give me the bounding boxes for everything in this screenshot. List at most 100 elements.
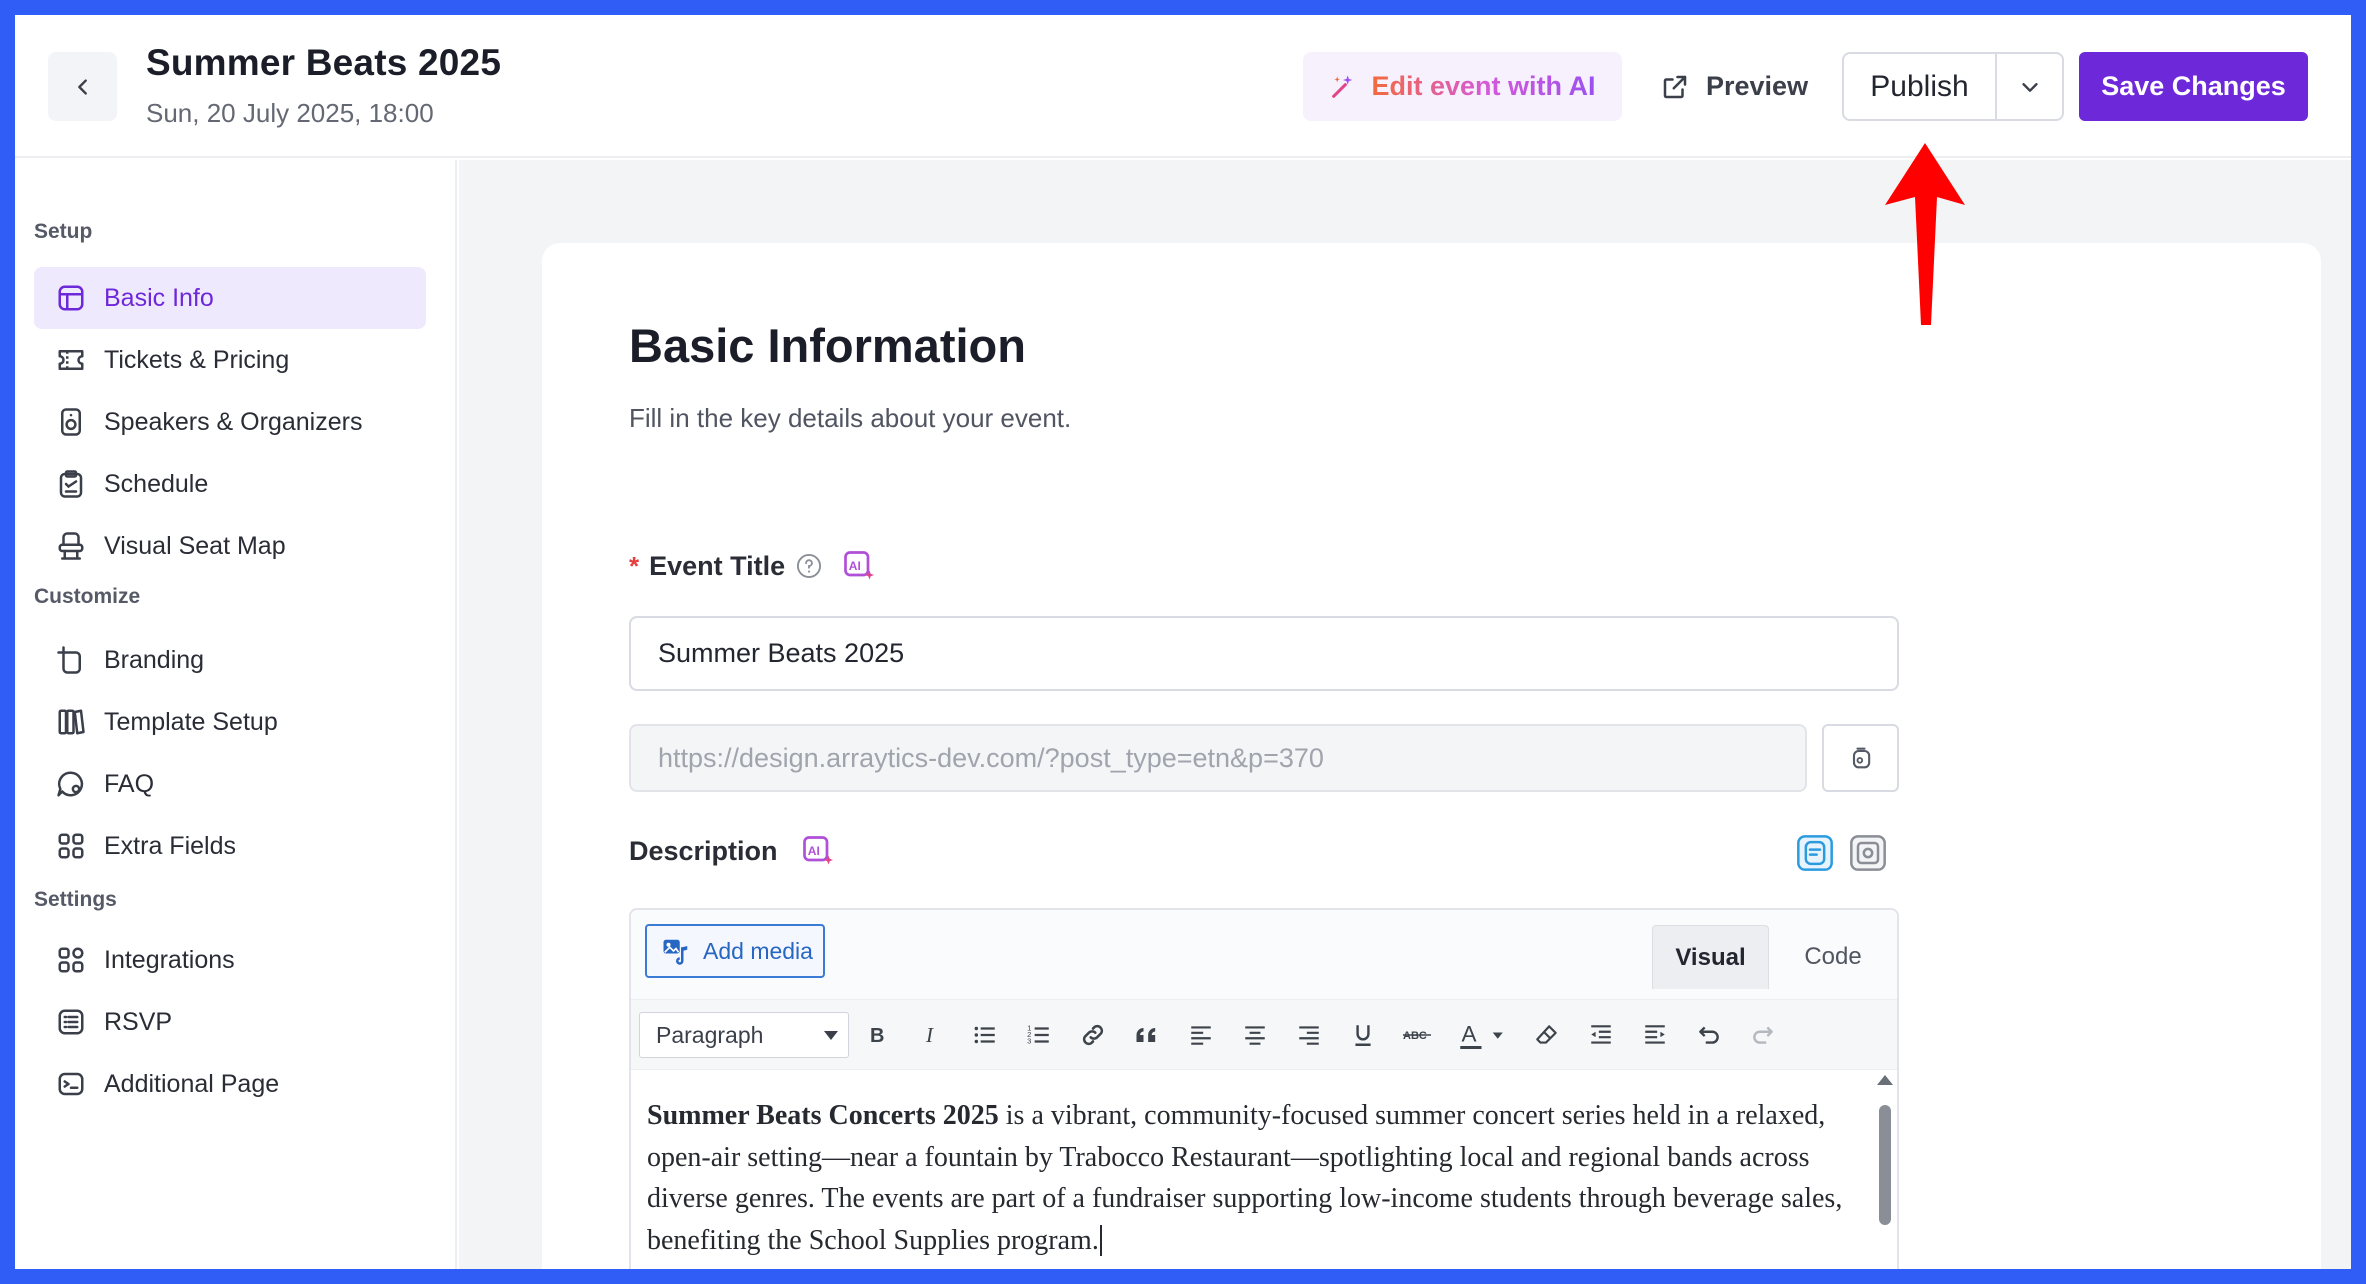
scroll-thumb[interactable] xyxy=(1879,1105,1891,1225)
clipboard-icon xyxy=(59,470,83,498)
basic-info-card: Basic Information Fill in the key detail… xyxy=(542,243,2321,1269)
blockquote-button[interactable] xyxy=(1127,1014,1167,1056)
align-right-icon xyxy=(1299,1026,1319,1045)
sidebar-item-extra-fields[interactable]: Extra Fields xyxy=(34,815,426,877)
event-url-input[interactable] xyxy=(629,724,1807,792)
sidebar-item-seat-map[interactable]: Visual Seat Map xyxy=(34,515,426,577)
copy-url-button[interactable] xyxy=(1822,724,1899,792)
description-label: Description xyxy=(629,835,778,866)
sidebar-item-tickets[interactable]: Tickets & Pricing xyxy=(34,329,426,391)
page-subtitle: Fill in the key details about your event… xyxy=(629,403,1072,433)
italic-icon: I xyxy=(925,1023,934,1047)
ticket-icon xyxy=(58,350,84,370)
external-link-icon xyxy=(1663,75,1687,98)
bold-icon: B xyxy=(870,1025,884,1047)
crop-icon xyxy=(57,646,81,674)
numbered-list-button[interactable]: 123 xyxy=(1019,1014,1059,1056)
editor-scrollbar[interactable] xyxy=(1877,1075,1893,1269)
publish-split-button: Publish xyxy=(1842,52,2064,121)
editor-content[interactable]: Summer Beats Concerts 2025 is a vibrant,… xyxy=(647,1095,1847,1261)
tab-visual[interactable]: Visual xyxy=(1652,925,1769,989)
italic-button[interactable]: I xyxy=(911,1014,951,1056)
image-mode-icon[interactable] xyxy=(1848,833,1888,873)
add-media-label: Add media xyxy=(703,937,813,964)
editor-mode-icon[interactable] xyxy=(1795,833,1835,873)
sidebar-item-label: RSVP xyxy=(104,1007,173,1036)
align-left-icon xyxy=(1191,1026,1211,1045)
back-button[interactable] xyxy=(48,52,117,121)
list-icon xyxy=(58,1009,84,1035)
publish-options-button[interactable] xyxy=(1997,54,2062,119)
sidebar-item-template-setup[interactable]: Template Setup xyxy=(34,691,426,753)
tab-code[interactable]: Code xyxy=(1771,925,1895,989)
ai-sparkle-icon[interactable]: AI xyxy=(841,548,877,584)
save-changes-button[interactable]: Save Changes xyxy=(2079,52,2308,121)
grid-icon xyxy=(58,833,84,859)
outdent-icon xyxy=(1591,1025,1611,1044)
help-icon[interactable] xyxy=(795,552,823,580)
sidebar-item-rsvp[interactable]: RSVP xyxy=(34,991,426,1053)
section-label-settings: Settings xyxy=(34,888,117,911)
scroll-up-icon[interactable] xyxy=(1877,1075,1893,1085)
edit-with-ai-button[interactable]: Edit event with AI xyxy=(1303,52,1622,121)
content-bold-text: Summer Beats Concerts 2025 xyxy=(647,1100,999,1131)
sidebar-item-label: Speakers & Organizers xyxy=(104,407,363,436)
svg-text:A: A xyxy=(1462,1021,1477,1046)
paragraph-format-select[interactable]: Paragraph xyxy=(639,1012,849,1058)
text-color-button[interactable]: A xyxy=(1449,1014,1519,1056)
editor-toolbar: Paragraph B I 123 ABC A xyxy=(631,1000,1897,1070)
redo-button[interactable] xyxy=(1743,1014,1783,1056)
sidebar-item-basic-info[interactable]: Basic Info xyxy=(34,267,426,329)
clear-formatting-button[interactable] xyxy=(1527,1014,1567,1056)
svg-text:B: B xyxy=(870,1025,884,1047)
add-media-button[interactable]: Add media xyxy=(645,924,825,978)
publish-button[interactable]: Publish xyxy=(1844,54,1997,119)
sidebar-item-label: Tickets & Pricing xyxy=(104,345,290,374)
link-icon xyxy=(1082,1024,1104,1046)
chevron-left-icon xyxy=(77,78,87,95)
sidebar-item-label: Template Setup xyxy=(104,707,278,736)
ai-sparkle-icon[interactable]: AI xyxy=(800,833,836,869)
description-label-row: Description AI xyxy=(629,833,836,869)
preview-label: Preview xyxy=(1706,71,1809,101)
numbered-list-icon: 123 xyxy=(1027,1024,1049,1046)
strikethrough-button[interactable]: ABC xyxy=(1397,1014,1437,1056)
seat-icon xyxy=(58,532,84,560)
required-asterisk: * xyxy=(629,550,640,581)
indent-icon xyxy=(1645,1025,1665,1044)
svg-text:AI: AI xyxy=(807,844,819,858)
sidebar-item-additional-page[interactable]: Additional Page xyxy=(34,1053,426,1115)
sidebar-item-label: Visual Seat Map xyxy=(104,531,286,560)
chat-icon xyxy=(57,771,84,797)
format-select-value: Paragraph xyxy=(656,1021,764,1048)
align-right-button[interactable] xyxy=(1289,1014,1329,1056)
align-center-button[interactable] xyxy=(1235,1014,1275,1056)
edit-with-ai-label: Edit event with AI xyxy=(1371,71,1596,101)
sidebar-item-faq[interactable]: FAQ xyxy=(34,753,426,815)
outdent-button[interactable] xyxy=(1581,1014,1621,1056)
app-window: Summer Beats 2025 Sun, 20 July 2025, 18:… xyxy=(15,15,2351,1269)
bold-button[interactable]: B xyxy=(857,1014,897,1056)
sidebar-item-label: Schedule xyxy=(104,469,209,498)
sidebar-item-branding[interactable]: Branding xyxy=(34,629,426,691)
eraser-icon xyxy=(1536,1025,1557,1044)
indent-button[interactable] xyxy=(1635,1014,1675,1056)
layout-icon xyxy=(58,285,84,311)
section-label-setup: Setup xyxy=(34,220,93,243)
sidebar-item-schedule[interactable]: Schedule xyxy=(34,453,426,515)
link-button[interactable] xyxy=(1073,1014,1113,1056)
page-icon xyxy=(58,1072,84,1096)
top-header: Summer Beats 2025 Sun, 20 July 2025, 18:… xyxy=(15,15,2351,158)
preview-button[interactable]: Preview xyxy=(1660,52,1824,121)
undo-button[interactable] xyxy=(1689,1014,1729,1056)
event-date: Sun, 20 July 2025, 18:00 xyxy=(146,98,434,128)
event-title-label: Event Title xyxy=(649,550,786,581)
underline-button[interactable] xyxy=(1343,1014,1383,1056)
event-title-input[interactable] xyxy=(629,616,1899,691)
sidebar-item-speakers[interactable]: Speakers & Organizers xyxy=(34,391,426,453)
align-left-button[interactable] xyxy=(1181,1014,1221,1056)
svg-text:AI: AI xyxy=(849,559,861,573)
apps-icon xyxy=(58,947,84,973)
bullet-list-button[interactable] xyxy=(965,1014,1005,1056)
sidebar-item-integrations[interactable]: Integrations xyxy=(34,929,426,991)
